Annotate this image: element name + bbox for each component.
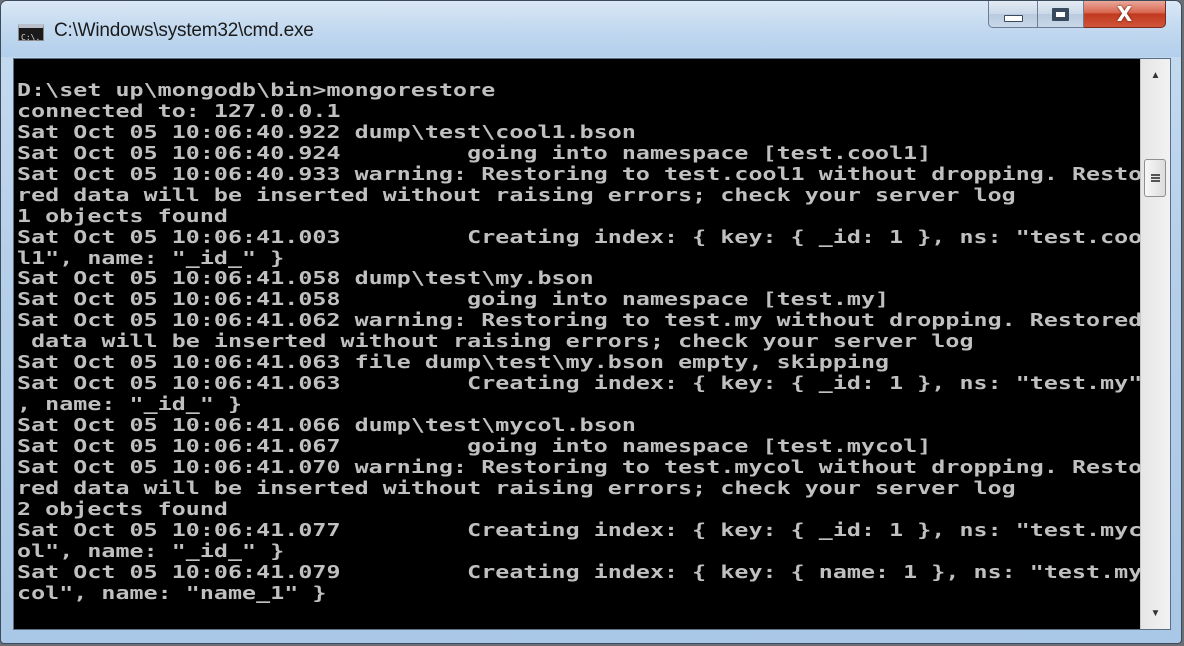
console-line: 2 objects found xyxy=(17,499,229,520)
console-line: Sat Oct 05 10:06:41.063 file dump\test\m… xyxy=(17,353,890,374)
console-line: Sat Oct 05 10:06:41.063 Creating index: … xyxy=(17,374,1140,395)
console-line: Sat Oct 05 10:06:41.070 warning: Restori… xyxy=(17,457,1140,478)
caption-buttons: X xyxy=(988,1,1166,29)
grip-icon xyxy=(1150,173,1160,183)
console-line: Sat Oct 05 10:06:40.924 going into names… xyxy=(17,143,932,164)
console-line: Sat Oct 05 10:06:41.058 going into names… xyxy=(17,290,890,311)
maximize-icon xyxy=(1052,7,1069,21)
console-output[interactable]: D:\set up\mongodb\bin>mongorestore connec… xyxy=(14,59,1140,629)
maximize-button[interactable] xyxy=(1038,1,1084,28)
console-line: Sat Oct 05 10:06:40.933 warning: Restori… xyxy=(17,164,1140,185)
console-line: l1", name: "_id_" } xyxy=(17,248,285,269)
close-icon: X xyxy=(1116,2,1133,26)
vertical-scrollbar[interactable]: ▲ ▼ xyxy=(1140,59,1170,629)
scroll-up-button[interactable]: ▲ xyxy=(1141,61,1170,89)
console-line: Sat Oct 05 10:06:41.077 Creating index: … xyxy=(17,520,1140,541)
console-line: Sat Oct 05 10:06:41.079 Creating index: … xyxy=(17,562,1140,583)
console-line: Sat Oct 05 10:06:41.067 going into names… xyxy=(17,436,932,457)
console-client-area: D:\set up\mongodb\bin>mongorestore connec… xyxy=(13,58,1171,630)
arrow-up-icon: ▲ xyxy=(1150,69,1161,81)
console-line: Sat Oct 05 10:06:41.003 Creating index: … xyxy=(17,227,1140,248)
arrow-down-icon: ▼ xyxy=(1150,607,1161,619)
console-line: ol", name: "_id_" } xyxy=(17,541,285,562)
console-line: Sat Oct 05 10:06:41.058 dump\test\my.bso… xyxy=(17,269,594,290)
console-line: red data will be inserted without raisin… xyxy=(17,185,1016,206)
console-line: 1 objects found xyxy=(17,206,229,227)
console-line: col", name: "name_1" } xyxy=(17,583,327,604)
minimize-button[interactable] xyxy=(988,1,1038,28)
console-line: , name: "_id_" } xyxy=(17,395,243,416)
console-line: connected to: 127.0.0.1 xyxy=(17,101,341,122)
window-title: C:\Windows\system32\cmd.exe xyxy=(54,20,314,41)
console-line: red data will be inserted without raisin… xyxy=(17,478,1016,499)
close-button[interactable]: X xyxy=(1084,1,1166,28)
title-bar[interactable]: C:\. C:\Windows\system32\cmd.exe X xyxy=(1,1,1181,57)
minimize-icon xyxy=(1003,14,1023,22)
console-line: Sat Oct 05 10:06:41.066 dump\test\mycol.… xyxy=(17,416,636,436)
console-text: D:\set up\mongodb\bin>mongorestore connec… xyxy=(17,81,1140,625)
cmd-app-icon[interactable]: C:\. xyxy=(18,24,44,42)
console-line: Sat Oct 05 10:06:40.922 dump\test\cool1.… xyxy=(17,122,636,143)
cmd-window: C:\. C:\Windows\system32\cmd.exe X D:\se… xyxy=(0,0,1182,644)
console-line: Sat Oct 05 10:06:41.062 warning: Restori… xyxy=(17,311,1140,332)
console-line: D:\set up\mongodb\bin>mongorestore xyxy=(17,81,496,101)
scroll-down-button[interactable]: ▼ xyxy=(1141,599,1170,627)
console-line: data will be inserted without raising er… xyxy=(17,332,974,353)
scroll-thumb[interactable] xyxy=(1144,159,1166,197)
